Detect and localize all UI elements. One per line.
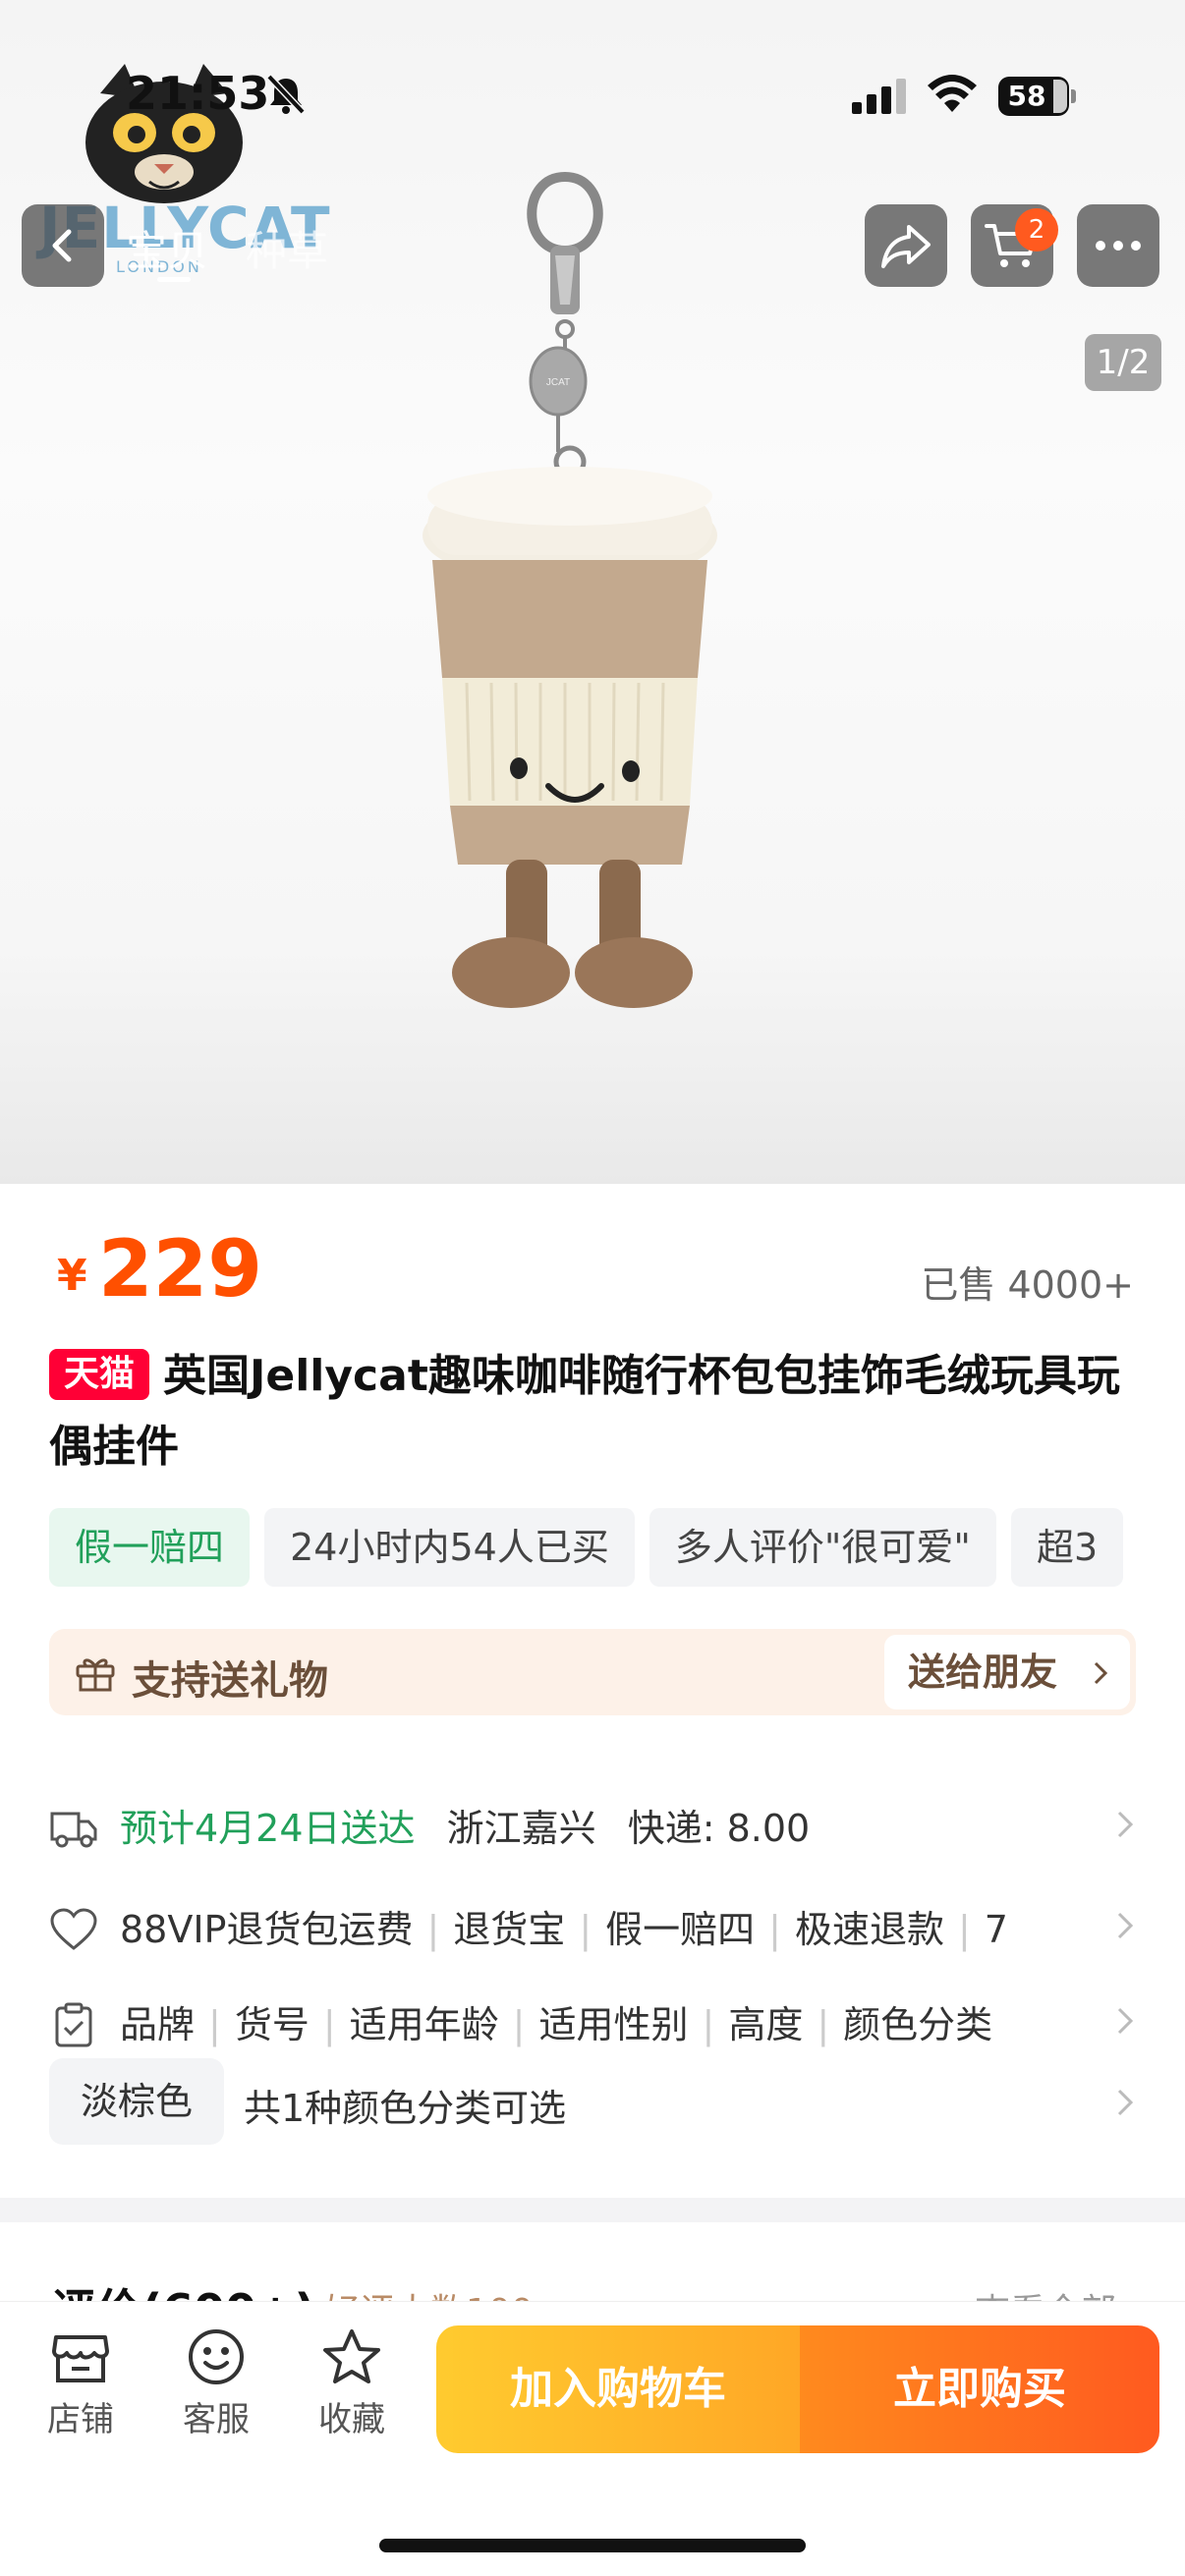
signal-icon [852, 79, 906, 114]
services-row[interactable]: 88VIP退货包运费 | 退货宝 | 假一赔四 | 极速退款 | 7 [49, 1889, 1140, 1968]
delivery-row[interactable]: 预计4月24日送达 浙江嘉兴 快递: 8.00 [49, 1788, 1140, 1867]
service-item: 88VIP退货包运费 [120, 1908, 414, 1951]
status-time: 21:53 [126, 67, 270, 120]
chevron-right-icon [1094, 1661, 1108, 1685]
share-icon [881, 225, 931, 268]
chevron-right-icon [1117, 2007, 1134, 2035]
star-icon [323, 2329, 380, 2383]
shop-label: 店铺 [47, 2400, 114, 2439]
currency-symbol: ¥ [57, 1251, 87, 1301]
svg-text:JCAT: JCAT [546, 377, 570, 388]
tag-item[interactable]: 24小时内54人已买 [264, 1508, 635, 1587]
truck-icon [50, 1812, 97, 1848]
gift-banner[interactable]: 支持送礼物 送给朋友 [49, 1629, 1136, 1715]
bottom-action-bar: 店铺 客服 收藏 加入购物车 立即购买 [0, 2301, 1185, 2576]
color-option-row[interactable]: 淡棕色 共1种颜色分类可选 [49, 2058, 1140, 2156]
send-gift-button[interactable]: 送给朋友 [884, 1635, 1130, 1709]
service-item: 假一赔四 [605, 1908, 756, 1951]
tmall-badge: 天猫 [49, 1349, 149, 1400]
tab-zhongcao[interactable]: 种草 [246, 218, 328, 278]
shipping-fee: 快递: 8.00 [627, 1807, 811, 1850]
home-indicator [379, 2539, 806, 2552]
params-row[interactable]: 品牌 | 货号 | 适用年龄 | 适用性别 | 高度 | 颜色分类 [49, 1985, 1140, 2063]
sold-count: 已售 4000+ [921, 1263, 1134, 1307]
shop-icon [52, 2335, 109, 2382]
battery-icon: 58 [998, 77, 1076, 116]
color-summary: 共1种颜色分类可选 [244, 2087, 567, 2130]
chevron-right-icon [1117, 1912, 1134, 1939]
price: 229 [98, 1223, 262, 1315]
active-tab-indicator [157, 277, 191, 282]
param-item: 货号 [234, 2003, 310, 2046]
param-item: 品牌 [120, 2003, 196, 2046]
tab-baobei[interactable]: 宝贝 [126, 218, 208, 278]
param-item: 适用性别 [538, 2003, 689, 2046]
service-item: 极速退款 [794, 1908, 944, 1951]
favorite-button[interactable]: 收藏 [303, 2327, 401, 2440]
heart-shield-icon [50, 1908, 97, 1950]
buy-now-button[interactable]: 立即购买 [800, 2325, 1159, 2453]
service-item: 退货宝 [453, 1908, 566, 1951]
customer-service-icon [189, 2329, 244, 2384]
send-gift-label: 送给朋友 [908, 1651, 1058, 1694]
back-button[interactable] [22, 204, 104, 287]
customer-service-button[interactable]: 客服 [167, 2327, 265, 2440]
delivery-origin: 浙江嘉兴 [446, 1807, 596, 1850]
chevron-right-icon [1117, 2089, 1134, 2116]
more-button[interactable] [1077, 204, 1159, 287]
add-to-cart-button[interactable]: 加入购物车 [436, 2325, 800, 2453]
battery-level: 58 [1007, 80, 1046, 112]
tag-item[interactable]: 假一赔四 [49, 1508, 251, 1587]
product-title: 英国Jellycat趣味咖啡随行杯包包挂饰毛绒玩具玩偶挂件 [49, 1351, 1120, 1472]
shop-button[interactable]: 店铺 [31, 2327, 130, 2440]
more-icon [1096, 241, 1141, 251]
service-label: 客服 [183, 2400, 250, 2439]
gift-icon [76, 1658, 115, 1692]
cart-count-badge: 2 [1015, 208, 1058, 252]
clipboard-icon [55, 2002, 92, 2047]
color-chip[interactable]: 淡棕色 [49, 2058, 224, 2145]
chevron-right-icon [1117, 1811, 1134, 1838]
product-image: JCAT [423, 171, 717, 1008]
image-pager: 1/2 [1085, 334, 1161, 391]
back-icon [52, 229, 72, 262]
param-item: 适用年龄 [349, 2003, 499, 2046]
bell-slash-icon [266, 74, 306, 115]
product-info-card: ¥ 229 已售 4000+ 英国Jellycat趣味咖啡随行杯包包挂饰毛绒玩具… [0, 1184, 1185, 2198]
favorite-label: 收藏 [318, 2400, 385, 2439]
param-item: 高度 [728, 2003, 804, 2046]
param-item: 颜色分类 [843, 2003, 993, 2046]
wifi-icon [928, 75, 977, 112]
tag-item[interactable]: 多人评价"很可爱" [649, 1508, 996, 1587]
gift-label: 支持送礼物 [132, 1658, 328, 1704]
tag-item[interactable]: 超3 [1010, 1508, 1124, 1587]
tag-list: 假一赔四 24小时内54人已买 多人评价"很可爱" 超3 [49, 1508, 1185, 1591]
service-item: 7 [984, 1908, 1008, 1951]
share-button[interactable] [865, 204, 947, 287]
delivery-estimate: 预计4月24日送达 [120, 1807, 416, 1850]
product-gallery[interactable]: JCAT JELLYCAT LONDON 21:53 58 宝贝 种草 2 1/… [0, 0, 1185, 1184]
